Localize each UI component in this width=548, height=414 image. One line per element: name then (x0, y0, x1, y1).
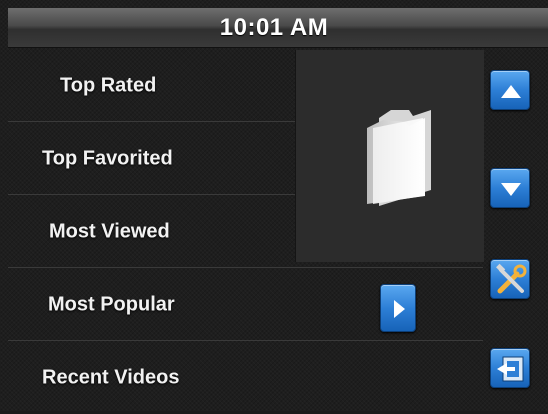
status-bar: 10:01 AM (8, 8, 548, 48)
play-button[interactable] (380, 284, 416, 332)
exit-icon (497, 356, 524, 382)
exit-button[interactable] (490, 348, 530, 388)
menu-item-label: Most Viewed (49, 220, 170, 242)
scroll-up-button[interactable] (490, 70, 530, 110)
scroll-down-button[interactable] (490, 168, 530, 208)
play-icon (394, 300, 405, 318)
clock: 10:01 AM (219, 13, 329, 41)
arrow-down-icon (501, 183, 521, 196)
menu-item-label: Top Favorited (42, 147, 173, 169)
tools-icon (496, 263, 527, 294)
settings-button[interactable] (490, 259, 530, 299)
folder-icon (367, 110, 431, 206)
screen: 10:01 AM Top Rated Top Favorited Most Vi… (0, 0, 548, 411)
menu-item-label: Top Rated (60, 74, 157, 96)
menu-item-label: Most Popular (48, 293, 175, 315)
menu-item-recent-videos[interactable]: Recent Videos (8, 342, 483, 414)
arrow-up-icon (501, 85, 521, 98)
preview-pane (295, 50, 484, 262)
menu-item-label: Recent Videos (42, 366, 180, 389)
